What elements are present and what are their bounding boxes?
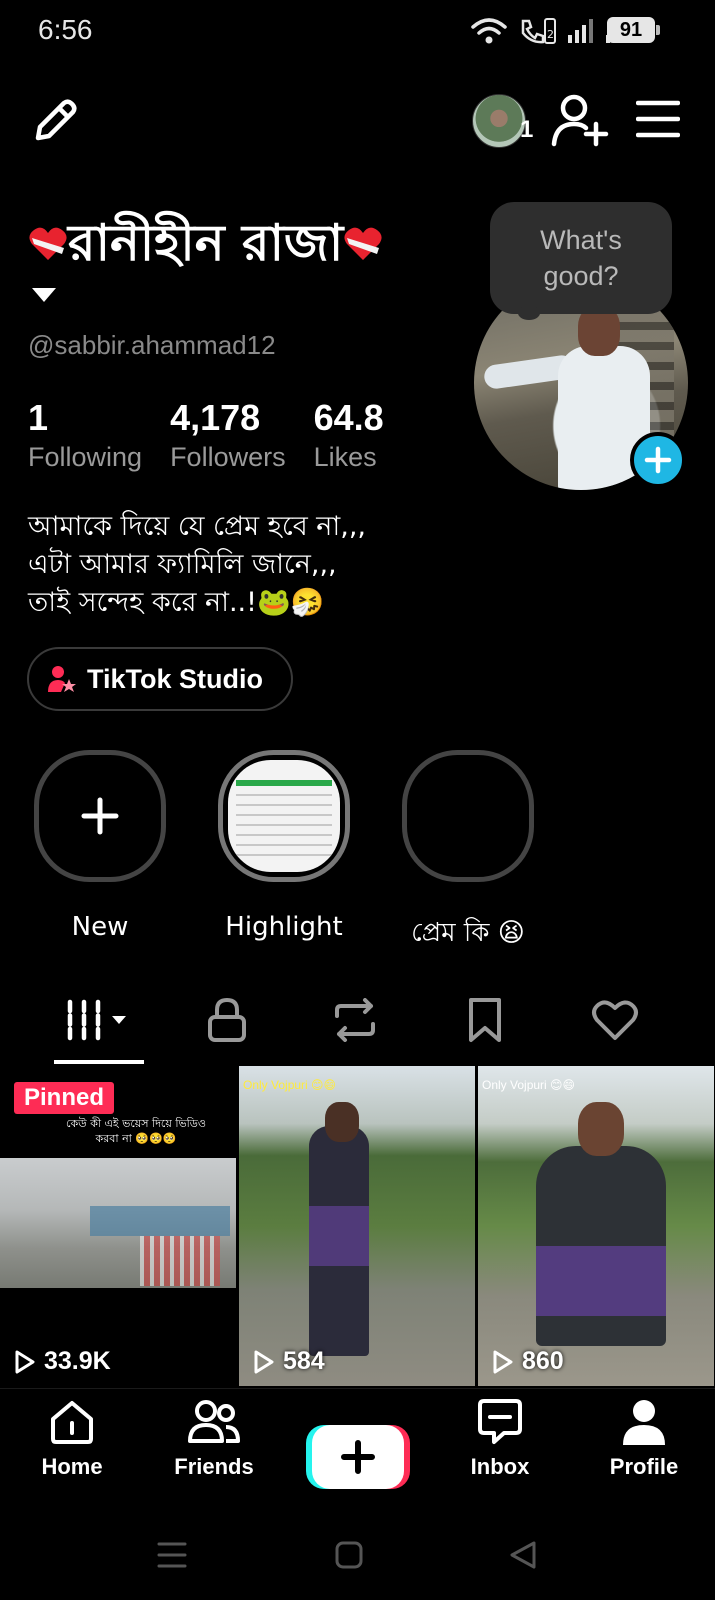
status-bar: 6:56 2 91 bbox=[0, 0, 715, 62]
bookmark-icon bbox=[469, 998, 501, 1042]
signal-1-icon bbox=[568, 19, 593, 43]
tab-liked[interactable] bbox=[560, 990, 670, 1050]
status-time: 6:56 bbox=[38, 14, 93, 45]
repost-icon bbox=[335, 998, 375, 1042]
bio-line: আমাকে দিয়ে যে প্রেম হবে না,,, bbox=[28, 511, 366, 542]
tab-videos[interactable] bbox=[44, 990, 154, 1050]
stat-following[interactable]: 1 Following bbox=[28, 398, 142, 473]
followers-label: Followers bbox=[170, 441, 286, 472]
play-icon bbox=[254, 1350, 274, 1373]
status-bubble-text: What's good? bbox=[540, 224, 622, 291]
view-count: 584 bbox=[253, 1347, 325, 1376]
profile-stats: 1 Following 4,178 Followers 64.8 Likes bbox=[28, 398, 412, 473]
bio-line: তাই সন্দেহ করে না..!🐸🤧 bbox=[28, 587, 325, 618]
studio-person-star-icon bbox=[48, 666, 76, 692]
status-bubble[interactable]: What's good? bbox=[490, 202, 672, 314]
account-notification-count: 1 bbox=[520, 116, 534, 143]
highlight-item[interactable]: Highlight bbox=[216, 750, 352, 942]
person-plus-icon[interactable] bbox=[550, 92, 610, 148]
view-count-text: 584 bbox=[283, 1347, 325, 1375]
tiktok-studio-button[interactable]: TikTok Studio bbox=[27, 647, 293, 711]
stat-followers[interactable]: 4,178 Followers bbox=[170, 398, 286, 473]
stat-likes[interactable]: 64.8 Likes bbox=[314, 398, 384, 473]
battery-indicator: 91 bbox=[607, 17, 660, 43]
plus-icon bbox=[644, 446, 672, 474]
highlight-ring bbox=[34, 750, 166, 882]
home-button-icon[interactable] bbox=[334, 1540, 364, 1570]
view-count-text: 33.9K bbox=[44, 1347, 111, 1375]
tab-favorites[interactable] bbox=[430, 990, 540, 1050]
bandaged-heart-icon bbox=[29, 227, 67, 260]
video-caption: Only Vojpuri 😊😄 bbox=[243, 1078, 337, 1092]
volte-call-icon: 2 bbox=[521, 18, 556, 44]
view-count-text: 860 bbox=[522, 1347, 564, 1375]
following-label: Following bbox=[28, 441, 143, 472]
bottom-navigation: Home Friends Inbox Profile bbox=[0, 1388, 715, 1498]
following-count: 1 bbox=[28, 397, 49, 438]
nav-home-label: Home bbox=[41, 1454, 103, 1479]
heart-icon bbox=[592, 1000, 638, 1040]
highlight-label: New bbox=[71, 912, 129, 942]
pinned-badge: Pinned bbox=[14, 1082, 115, 1114]
plus-icon bbox=[81, 797, 119, 835]
tab-private[interactable] bbox=[172, 990, 282, 1050]
display-name: রানীহীন রাজা bbox=[28, 206, 383, 289]
account-avatar[interactable] bbox=[472, 94, 526, 148]
nav-profile[interactable]: Profile bbox=[584, 1397, 704, 1480]
highlight-label: Highlight bbox=[225, 912, 343, 942]
lock-icon bbox=[208, 997, 246, 1042]
nav-friends[interactable]: Friends bbox=[154, 1397, 274, 1480]
nav-home[interactable]: Home bbox=[12, 1397, 132, 1480]
highlight-label: প্রেম কি 😫 bbox=[411, 918, 525, 948]
account-switch-chevron-icon[interactable] bbox=[32, 288, 56, 302]
video-thumbnail[interactable]: Pinned কেউ কী এই ভয়েস দিয়ে ভিডিও করবা … bbox=[0, 1066, 236, 1386]
view-count: 33.9K bbox=[14, 1347, 111, 1376]
video-caption: কেউ কী এই ভয়েস দিয়ে ভিডিও করবা না 🥺🥺🥺 bbox=[65, 1117, 206, 1145]
friends-icon bbox=[188, 1400, 240, 1443]
highlight-item[interactable]: প্রেম কি 😫 bbox=[400, 750, 536, 956]
nav-friends-label: Friends bbox=[174, 1454, 254, 1479]
active-tab-indicator bbox=[54, 1060, 144, 1064]
create-plus-icon bbox=[306, 1425, 410, 1489]
likes-label: Likes bbox=[313, 441, 377, 472]
tiktok-studio-label: TikTok Studio bbox=[87, 663, 264, 694]
highlight-new[interactable]: New bbox=[32, 750, 168, 942]
video-thumbnail[interactable]: Only Vojpuri 😊😄 584 bbox=[239, 1066, 475, 1386]
bubble-tail bbox=[518, 306, 540, 320]
bio: আমাকে দিয়ে যে প্রেম হবে না,,, এটা আমার … bbox=[28, 508, 366, 622]
svg-text:2: 2 bbox=[547, 28, 554, 41]
bio-line: এটা আমার ফ্যামিলি জানে,,, bbox=[28, 549, 337, 580]
video-thumbnail[interactable]: Only Vojpuri 😊😄 860 bbox=[478, 1066, 714, 1386]
display-name-text: রানীহীন রাজা bbox=[68, 214, 344, 272]
highlight-ring bbox=[402, 750, 534, 882]
likes-count: 64.8 bbox=[313, 397, 384, 438]
grid-icon bbox=[67, 999, 126, 1041]
wifi-icon bbox=[471, 18, 507, 44]
followers-count: 4,178 bbox=[170, 397, 261, 438]
home-icon bbox=[51, 1401, 93, 1444]
add-photo-button[interactable] bbox=[630, 432, 686, 488]
tab-reposts[interactable] bbox=[300, 990, 410, 1050]
create-button[interactable] bbox=[306, 1425, 410, 1489]
video-grid: Pinned কেউ কী এই ভয়েস দিয়ে ভিডিও করবা … bbox=[0, 1066, 715, 1386]
system-navigation-bar bbox=[0, 1510, 715, 1600]
nav-profile-label: Profile bbox=[609, 1454, 679, 1479]
highlight-thumbnail bbox=[228, 760, 340, 872]
username: @sabbir.ahammad12 bbox=[28, 330, 276, 360]
play-icon bbox=[493, 1350, 513, 1373]
view-count: 860 bbox=[492, 1347, 564, 1376]
profile-icon bbox=[623, 1400, 665, 1445]
recent-apps-icon[interactable] bbox=[156, 1540, 188, 1570]
bandaged-heart-icon bbox=[344, 227, 382, 260]
hamburger-icon[interactable] bbox=[636, 100, 680, 138]
inbox-icon bbox=[478, 1399, 522, 1444]
highlight-ring bbox=[218, 750, 350, 882]
back-icon[interactable] bbox=[508, 1540, 538, 1570]
pencil-icon[interactable] bbox=[28, 94, 82, 148]
play-icon bbox=[15, 1350, 35, 1373]
nav-inbox[interactable]: Inbox bbox=[440, 1397, 560, 1480]
video-caption: Only Vojpuri 😊😄 bbox=[482, 1078, 576, 1092]
nav-inbox-label: Inbox bbox=[470, 1454, 530, 1479]
content-tabs bbox=[0, 990, 715, 1066]
